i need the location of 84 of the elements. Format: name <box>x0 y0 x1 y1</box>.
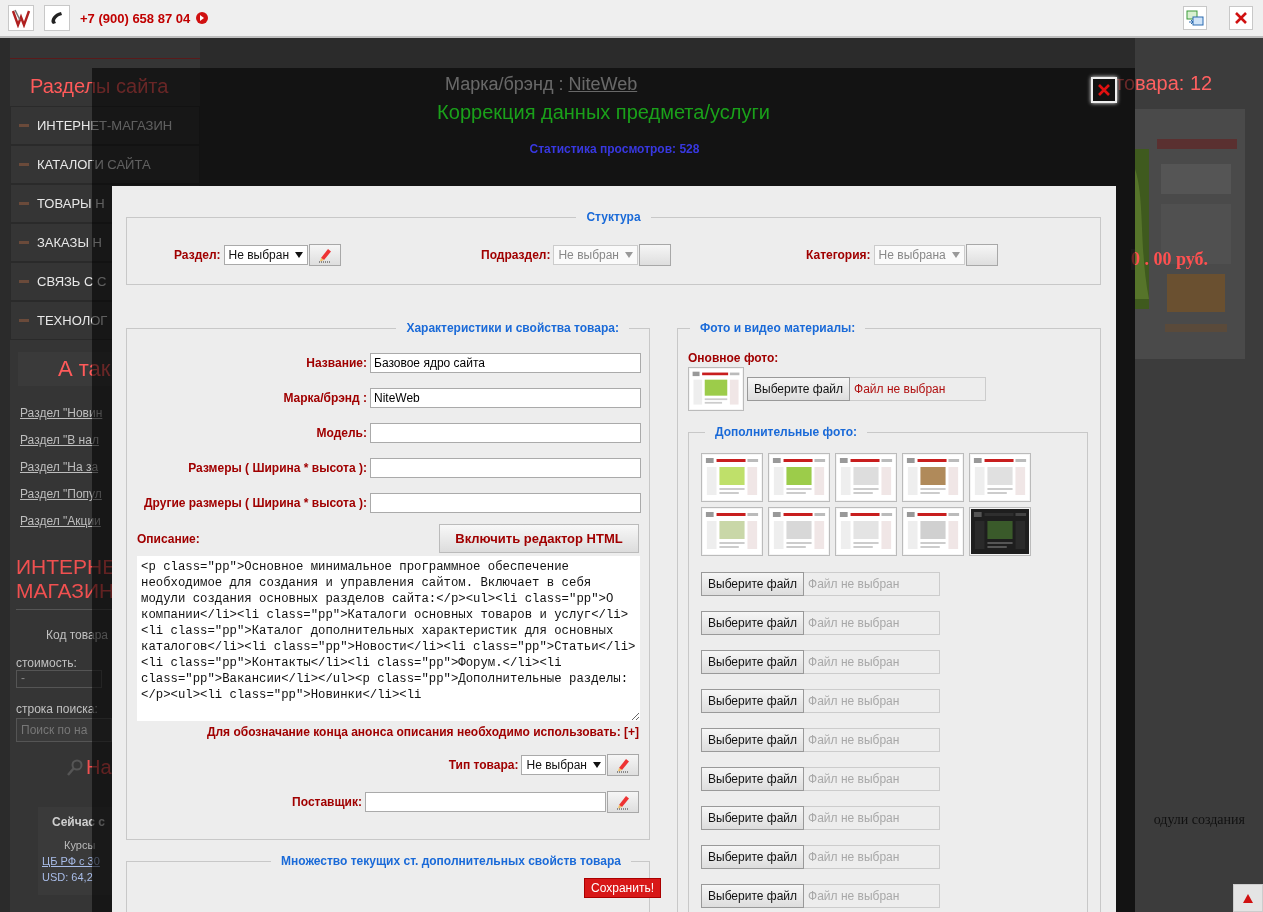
edit-button[interactable] <box>965 244 998 266</box>
sidebar-item[interactable]: КАТАЛОГИ САЙТА <box>10 145 200 184</box>
field-label: Другие размеры ( Ширина * высота ): <box>143 495 367 510</box>
choose-file-button[interactable]: Выберите файл <box>747 377 851 401</box>
triangle-up-icon <box>1243 893 1253 903</box>
switch-view-button[interactable] <box>1183 6 1207 30</box>
text-field[interactable] <box>365 792 606 812</box>
phone-button[interactable] <box>44 5 70 31</box>
edit-button[interactable] <box>607 754 639 776</box>
logo-button[interactable] <box>8 5 34 31</box>
field-label: Тип товара: <box>448 758 519 772</box>
price-select[interactable]: - <box>16 670 102 688</box>
section-link[interactable]: Раздел "На за <box>10 454 99 481</box>
hint-text: Для обозначание конца анонса описания необходимо использовать: [+] <box>205 725 639 739</box>
file-status: Файл не выбран <box>807 733 900 747</box>
pencil-icon <box>615 757 631 773</box>
section-link[interactable]: Раздел "Акции <box>10 508 101 535</box>
html-editor-button[interactable]: Включить редактор HTML <box>439 524 639 553</box>
product-code-label: Код товара <box>45 628 109 642</box>
rates-link[interactable]: ЦБ РФ с 30 <box>42 855 100 867</box>
pencil-icon <box>317 247 334 263</box>
search-field[interactable]: Поиск по на <box>16 718 112 742</box>
view-stats: Статистика просмотров: 528 <box>528 142 701 156</box>
file-status: Файл не выбран <box>807 850 900 864</box>
select-field[interactable]: Не выбран <box>521 755 606 775</box>
field-label: Марка/брэнд : <box>282 390 367 405</box>
file-status: Файл не выбран <box>807 577 900 591</box>
field-label: Название: <box>305 355 367 370</box>
pencil-icon <box>615 794 631 810</box>
field-label: Размеры ( Ширина * высота ): <box>187 460 367 475</box>
close-icon <box>1098 84 1110 96</box>
file-field[interactable]: Выберите файл Файл не выбран <box>747 377 986 401</box>
file-status: Файл не выбран <box>853 382 946 396</box>
fieldset-legend: Дополнительные фото: <box>705 425 868 439</box>
search-label: строка поиска: <box>15 702 98 716</box>
field-label: Модель: <box>315 425 367 440</box>
brand-label: Марка/брэнд : <box>445 74 564 94</box>
fieldset-legend: Характеристики и свойства товара: <box>396 321 629 335</box>
select-field[interactable]: Не выбран <box>223 245 309 265</box>
edit-button[interactable] <box>639 244 671 266</box>
text-field[interactable] <box>370 457 641 478</box>
file-status: Файл не выбран <box>807 811 900 825</box>
fieldset-legend: Фото и видео материалы: <box>690 321 866 335</box>
price-label: стоимость: <box>15 656 77 670</box>
usd-rate: USD: 64,2 <box>42 871 93 883</box>
field-label: Подраздел: <box>481 248 551 262</box>
caret-icon <box>593 762 601 768</box>
modal-title: Коррекция данных предмета/услуги <box>436 101 771 124</box>
section-link[interactable]: Раздел "Попул <box>10 481 102 508</box>
field-label: Оновное фото: <box>688 351 780 365</box>
field-label: Поставщик: <box>292 795 362 809</box>
phone-number: +7 (900) 658 87 04 <box>80 10 191 26</box>
file-status: Файл не выбран <box>807 694 900 708</box>
caret-icon <box>625 252 633 258</box>
product-count: товара: 12 <box>1115 72 1214 95</box>
description-field[interactable]: <p class="pp">Основное минимальное программное обеспечение необходимое для создания и управления сайтом. Включает в себя модули создания основных разделов сайта:</p><ul><li class="pp">О компании</li><li class="pp">Каталоги основных товаров и услуг</li><li class="pp">Каталог дополнительных характеристик для основных каталогов</li><li class="pp">Новости</li><li class="pp">Статьи</li><li class="pp">Контакты</li><li class="pp">Форум.</li><li class="pp">Вакансии</li></ul><p class="pp">Дополнительные разделы:</p><ul><li class="pp">Новинки</li><li <box>137 556 640 721</box>
section-link[interactable]: Раздел "В нал <box>10 427 99 454</box>
section-link[interactable]: Раздел "Новин <box>10 400 103 427</box>
fieldset-legend: Множество текущих ст. дополнительных свойств товара <box>271 854 631 868</box>
caret-icon <box>295 252 304 258</box>
field-label: Описание: <box>137 531 200 546</box>
rates-label: Курсы <box>64 839 97 851</box>
file-status: Файл не выбран <box>807 616 900 630</box>
save-button[interactable]: Сохранить! <box>584 878 661 898</box>
phone-icon <box>49 10 65 26</box>
sidebar-title: Разделы сайта <box>29 75 170 98</box>
caret-icon <box>951 252 960 258</box>
scroll-top-button[interactable] <box>1233 884 1263 912</box>
file-status: Файл не выбран <box>807 772 900 786</box>
text-field[interactable]: NiteWeb <box>370 387 641 408</box>
file-status: Файл не выбран <box>807 889 900 903</box>
edit-button[interactable] <box>607 791 639 813</box>
edit-button[interactable] <box>309 244 342 266</box>
text-field[interactable]: Базовое ядро сайта <box>370 352 641 373</box>
arrow-circle-icon[interactable] <box>196 12 209 24</box>
search-icon <box>66 758 84 777</box>
text-field[interactable] <box>370 492 641 513</box>
logo-icon <box>11 8 31 28</box>
close-icon <box>1235 12 1247 24</box>
screens-icon <box>1186 10 1204 26</box>
text-field[interactable] <box>370 422 641 443</box>
field-label: Категория: <box>806 248 871 262</box>
file-status: Файл не выбран <box>807 655 900 669</box>
fieldset-legend: Стуктура <box>576 210 651 224</box>
